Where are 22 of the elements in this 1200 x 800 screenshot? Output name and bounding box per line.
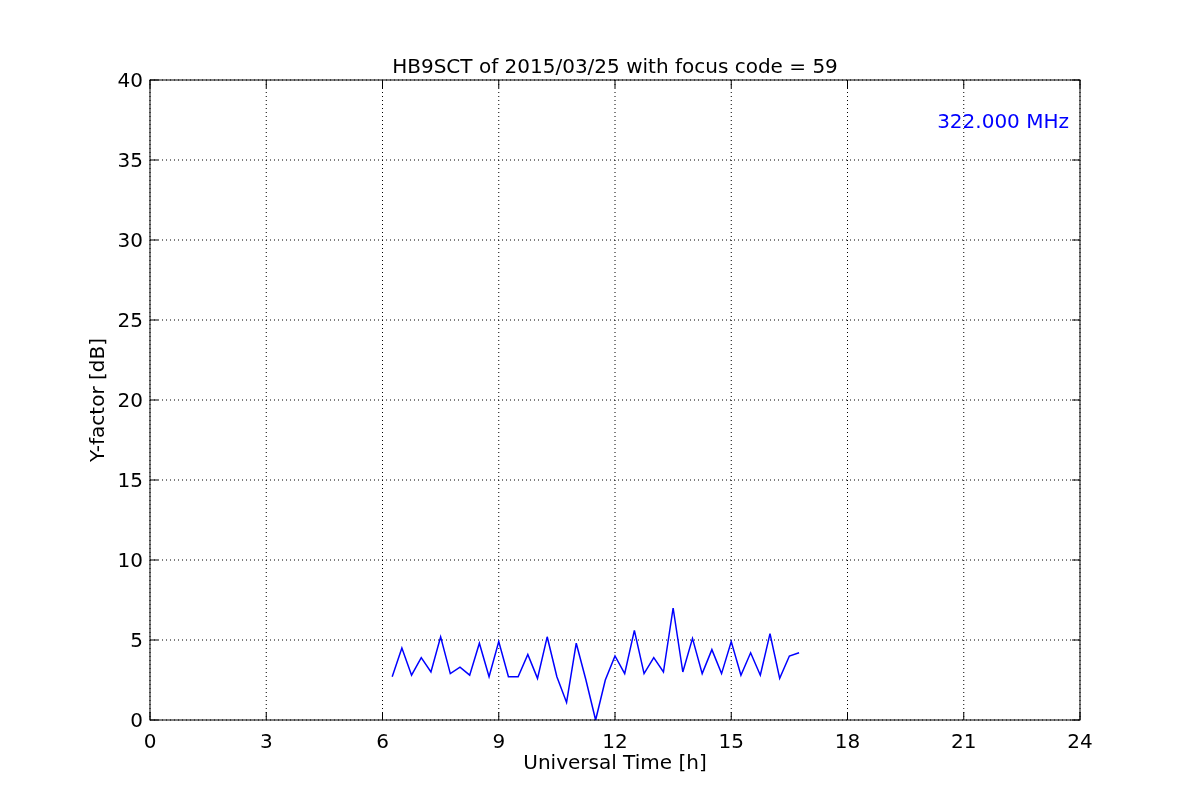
axis-label: Universal Time [h] — [523, 750, 707, 774]
tick-label: 35 — [117, 148, 143, 172]
series-label: 322.000 MHz — [937, 109, 1069, 133]
axis-label: Y-factor [dB] — [85, 338, 109, 462]
tick-label: 6 — [376, 729, 389, 753]
tick-label: 20 — [117, 388, 143, 412]
tick-label: 21 — [951, 729, 977, 753]
tick-label: 10 — [117, 548, 143, 572]
tick-label: 15 — [718, 729, 744, 753]
chart-title: HB9SCT of 2015/03/25 with focus code = 59 — [392, 54, 838, 78]
tick-label: 15 — [117, 468, 143, 492]
tick-label: 5 — [130, 628, 143, 652]
tick-label: 9 — [492, 729, 506, 753]
tick-label: 24 — [1067, 729, 1093, 753]
tick-label: 0 — [143, 729, 157, 753]
tick-label: 40 — [117, 68, 143, 92]
tick-label: 18 — [834, 729, 861, 753]
tick-label: 25 — [117, 308, 143, 332]
tick-label: 3 — [259, 729, 273, 753]
tick-label: 0 — [130, 708, 143, 732]
tick-label: 12 — [602, 729, 628, 753]
tick-label: 30 — [117, 228, 143, 252]
